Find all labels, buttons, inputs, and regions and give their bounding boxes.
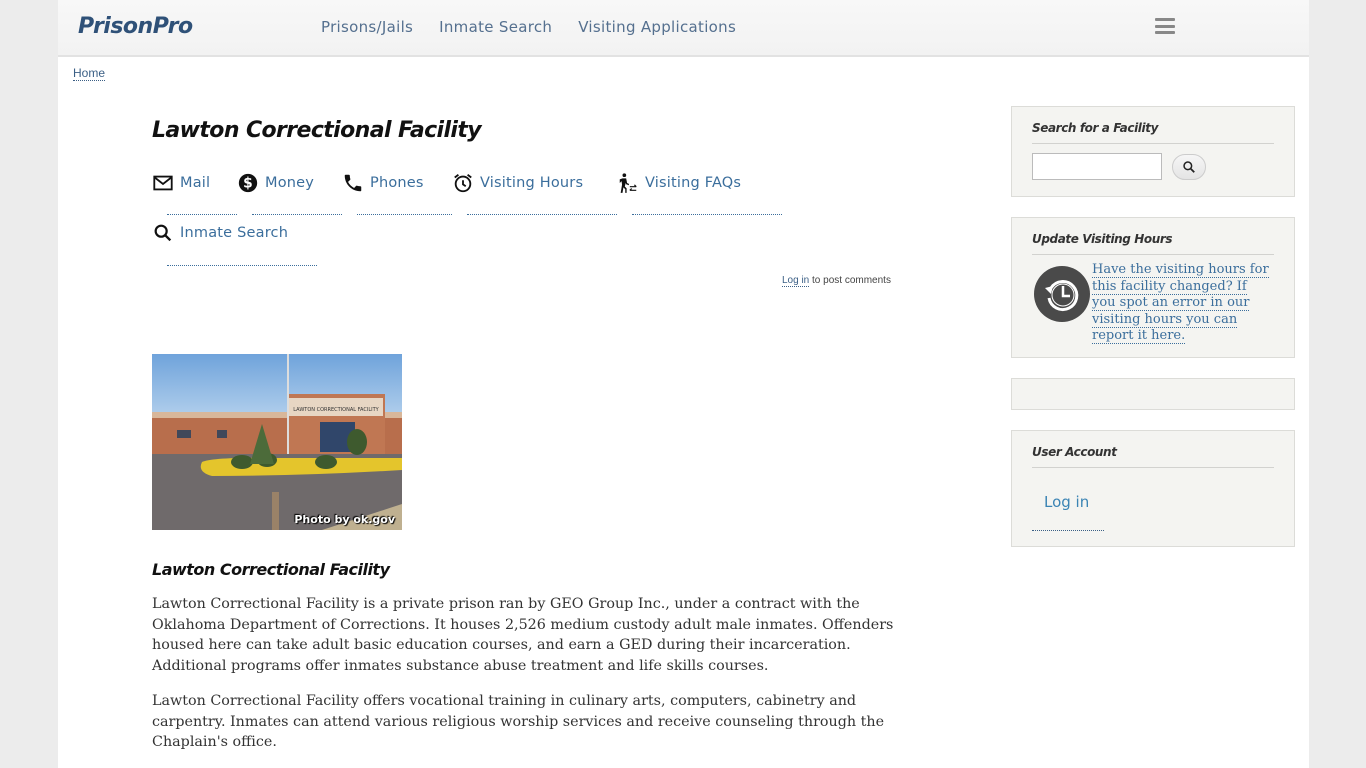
facility-photo: LAWTON CORRECTIONAL FACILITY Photo by ok… bbox=[152, 354, 402, 530]
tab-underline bbox=[467, 214, 617, 215]
breadcrumb-home[interactable]: Home bbox=[73, 66, 106, 81]
site-header: PrisonPro Prisons/Jails Inmate Search Vi… bbox=[58, 0, 1309, 57]
nav-inmate-search[interactable]: Inmate Search bbox=[439, 18, 552, 36]
mail-icon bbox=[153, 175, 173, 191]
block-divider bbox=[1032, 254, 1274, 255]
tab-visiting-hours[interactable]: Visiting Hours bbox=[452, 172, 583, 194]
photo-credit: Photo by ok.gov bbox=[294, 513, 395, 526]
report-visiting-hours-text: Have the visiting hours for this facilit… bbox=[1092, 262, 1269, 344]
page-title: Lawton Correctional Facility bbox=[152, 118, 482, 143]
tab-phones[interactable]: Phones bbox=[342, 172, 424, 194]
facility-search-input[interactable] bbox=[1032, 153, 1162, 180]
tab-underline bbox=[167, 214, 237, 215]
comment-login-suffix: to post comments bbox=[809, 275, 891, 286]
alarm-clock-icon bbox=[454, 174, 472, 193]
block-divider bbox=[1032, 467, 1274, 468]
search-icon bbox=[1183, 161, 1195, 173]
tab-label: Phones bbox=[370, 175, 424, 191]
clock-history-icon bbox=[1034, 266, 1090, 322]
block-title: Update Visiting Hours bbox=[1032, 232, 1173, 246]
tab-label: Visiting Hours bbox=[480, 175, 584, 191]
phone-icon bbox=[344, 174, 362, 192]
tab-mail[interactable]: Mail bbox=[152, 172, 210, 194]
empty-block bbox=[1011, 378, 1295, 410]
body-paragraph: Lawton Correctional Facility offers voca… bbox=[152, 693, 885, 751]
dollar-circle-icon: $ bbox=[238, 173, 258, 193]
tab-money[interactable]: $ Money bbox=[237, 172, 314, 194]
update-visiting-hours-block: Update Visiting Hours Have the visiting … bbox=[1011, 217, 1295, 358]
search-icon bbox=[154, 224, 172, 242]
photo-sign-text: LAWTON CORRECTIONAL FACILITY bbox=[293, 407, 379, 413]
body-paragraph: Lawton Correctional Facility is a privat… bbox=[152, 596, 894, 675]
tab-label: Visiting FAQs bbox=[645, 175, 742, 191]
page: PrisonPro Prisons/Jails Inmate Search Vi… bbox=[58, 0, 1309, 768]
tab-label: Mail bbox=[180, 175, 211, 191]
site-logo[interactable]: PrisonPro bbox=[78, 14, 193, 39]
user-account-block: User Account Log in bbox=[1011, 430, 1295, 547]
tab-underline bbox=[167, 265, 317, 266]
block-divider bbox=[1032, 143, 1274, 144]
facility-photo-image: LAWTON CORRECTIONAL FACILITY bbox=[152, 354, 402, 530]
tab-underline bbox=[632, 214, 782, 215]
main-nav: Prisons/Jails Inmate Search Visiting App… bbox=[321, 18, 736, 36]
svg-text:$: $ bbox=[243, 176, 253, 192]
tab-label: Money bbox=[265, 175, 315, 191]
hamburger-menu-icon[interactable] bbox=[1155, 18, 1175, 34]
comment-login-link[interactable]: Log in bbox=[782, 275, 810, 287]
tab-inmate-search[interactable]: Inmate Search bbox=[152, 222, 288, 244]
comment-login-notice: Log in to post comments bbox=[782, 275, 891, 287]
user-login-link[interactable]: Log in bbox=[1044, 493, 1089, 511]
search-facility-block: Search for a Facility bbox=[1011, 106, 1295, 197]
report-visiting-hours-link[interactable]: Have the visiting hours for this facilit… bbox=[1092, 262, 1272, 345]
tab-underline bbox=[252, 214, 342, 215]
breadcrumb: Home bbox=[73, 66, 106, 81]
facility-search-button[interactable] bbox=[1172, 154, 1206, 180]
tab-underline bbox=[357, 214, 452, 215]
nav-visiting-applications[interactable]: Visiting Applications bbox=[578, 18, 736, 36]
block-title: User Account bbox=[1032, 445, 1117, 459]
nav-prisons-jails[interactable]: Prisons/Jails bbox=[321, 18, 413, 36]
login-underline bbox=[1032, 530, 1104, 531]
content-subtitle: Lawton Correctional Facility bbox=[152, 560, 390, 579]
walking-person-icon bbox=[619, 173, 637, 193]
tab-visiting-faqs[interactable]: Visiting FAQs bbox=[617, 172, 741, 194]
tab-label: Inmate Search bbox=[180, 225, 289, 241]
block-title: Search for a Facility bbox=[1032, 121, 1158, 135]
